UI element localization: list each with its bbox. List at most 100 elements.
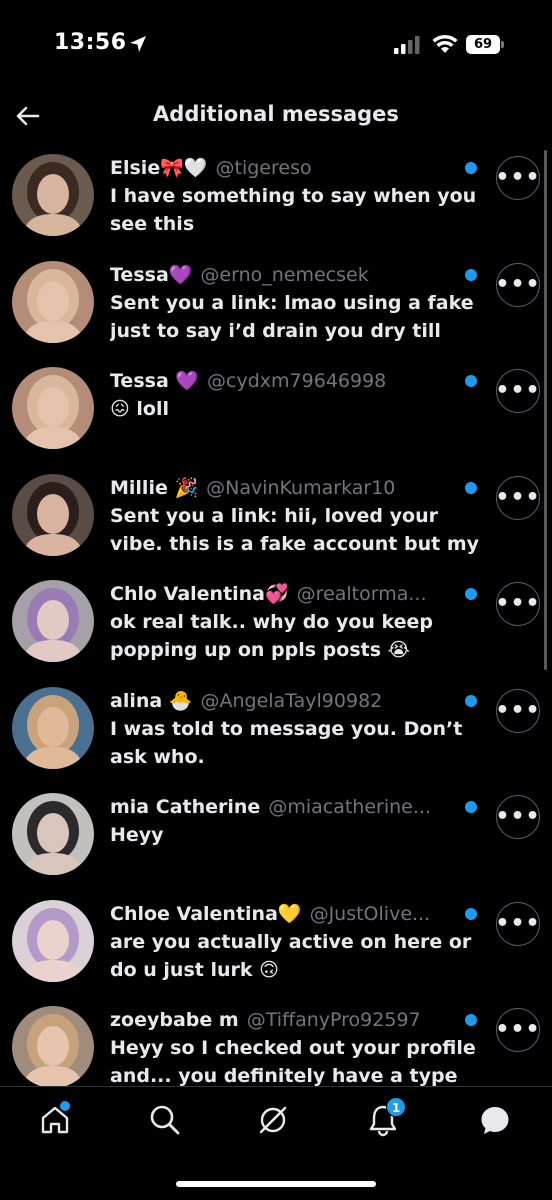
nav-home[interactable] (38, 1101, 74, 1139)
wifi-icon (432, 34, 458, 53)
battery-icon: 69 (466, 35, 504, 54)
avatar[interactable] (12, 260, 94, 343)
unread-dot (465, 375, 477, 387)
nav-search[interactable] (148, 1103, 184, 1139)
message-preview: ok real talk.. why do you keep popping u… (110, 611, 434, 661)
message-preview: I have something to say when you see thi… (110, 185, 477, 235)
avatar[interactable] (12, 686, 94, 769)
avatar[interactable] (12, 580, 94, 662)
unread-dot (465, 907, 477, 920)
message-request-row[interactable]: Chloe Valentina💛 @JustOlive... are you ac… (0, 896, 552, 1002)
message-preview: I was told to message you. Don’t ask who… (110, 717, 463, 768)
search-icon (150, 1105, 180, 1135)
message-request-row[interactable]: Tessa💜 @erno_nemecsek Sent you a link: lm… (0, 257, 552, 363)
avatar-image (12, 473, 94, 556)
unread-dot (465, 1014, 477, 1026)
message-preview: Heyy so I checked out your profile and..… (110, 1037, 476, 1086)
avatar-face (37, 706, 69, 747)
messages-icon (481, 1107, 509, 1134)
sender-handle: @AngelaTayl90982 (200, 689, 383, 712)
nav-messages[interactable] (478, 1103, 514, 1139)
name-line: mia Catherine @miacatherine... (110, 793, 480, 821)
sender-handle: @miacatherine... (268, 796, 431, 818)
message-request-row[interactable]: Tessa 💜 @cydxm79646998 😖 loll ••• (0, 363, 552, 469)
name-line: Tessa💜 @erno_nemecsek (110, 261, 480, 289)
nav-notifications[interactable]: 1 (366, 1097, 406, 1139)
message-request-row[interactable]: Chlo Valentina💞 @realtorma... ok real tal… (0, 576, 552, 682)
grok-icon (259, 1106, 287, 1134)
more-options-button[interactable]: ••• (495, 1008, 540, 1052)
sender-name: Elsie🎀🤍 (110, 157, 208, 179)
avatar-image (12, 580, 94, 662)
unread-dot (465, 801, 477, 813)
sender-name: mia Catherine (110, 796, 261, 818)
avatar-face (37, 1026, 69, 1066)
avatar[interactable] (12, 793, 94, 875)
avatar[interactable] (12, 1006, 94, 1086)
message-request-row[interactable]: alina 🐣 @AngelaTayl90982 I was told to me… (0, 683, 552, 789)
status-bar: 13:56 69 (0, 0, 552, 90)
sender-handle: @tigereso (215, 157, 312, 179)
avatar-image (12, 899, 94, 982)
bottom-nav: 1 (0, 1086, 552, 1200)
message-text: Chloe Valentina💛 @JustOlive... are you ac… (110, 900, 480, 984)
message-request-row[interactable]: zoeybabe m @TiffanyPro92597 Heyy so I che… (0, 1002, 552, 1086)
sender-handle: @erno_nemecsek (200, 263, 369, 286)
avatar-image (12, 154, 94, 236)
more-options-button[interactable]: ••• (495, 156, 540, 200)
sender-handle: @cydxm79646998 (207, 370, 387, 392)
message-preview: Heyy (110, 824, 164, 846)
unread-dot (465, 481, 477, 494)
battery-level: 69 (466, 35, 500, 54)
more-options-button[interactable]: ••• (495, 688, 540, 733)
sender-name: Tessa 💜 (110, 370, 200, 392)
avatar[interactable] (12, 154, 94, 236)
home-indicator (176, 1181, 376, 1187)
sender-name: Chlo Valentina💞 (110, 583, 289, 605)
more-options-button[interactable]: ••• (495, 475, 540, 520)
message-preview: Sent you a link: hii, loved your vibe. t… (110, 504, 480, 555)
home-unread-dot (60, 1101, 70, 1111)
header: Additional messages (0, 90, 552, 142)
status-time: 13:56 (54, 30, 127, 55)
avatar-image (12, 367, 94, 449)
notification-count-badge: 1 (386, 1097, 406, 1117)
more-options-button[interactable]: ••• (495, 582, 540, 626)
message-request-row[interactable]: Elsie🎀🤍 @tigereso I have something to say… (0, 150, 552, 256)
message-request-row[interactable]: mia Catherine @miacatherine... Heyy ••• (0, 789, 552, 895)
avatar-face (37, 493, 69, 534)
sender-handle: @JustOlive... (309, 902, 431, 925)
name-line: zoeybabe m @TiffanyPro92597 (110, 1006, 480, 1034)
avatar-face (37, 174, 69, 214)
avatar-face (37, 387, 69, 427)
name-line: Millie 🎉 @NavinKumarkar10 (110, 474, 480, 502)
more-options-button[interactable]: ••• (495, 262, 540, 307)
avatar-image (12, 793, 94, 875)
avatar-image (12, 260, 94, 343)
nav-grok[interactable] (256, 1103, 292, 1139)
message-text: Chlo Valentina💞 @realtorma... ok real tal… (110, 580, 480, 664)
more-options-button[interactable]: ••• (495, 795, 540, 839)
avatar[interactable] (12, 899, 94, 982)
sender-name: zoeybabe m (110, 1009, 239, 1031)
message-request-row[interactable]: Millie 🎉 @NavinKumarkar10 Sent you a link… (0, 470, 552, 576)
message-request-list: Elsie🎀🤍 @tigereso I have something to say… (0, 150, 552, 1086)
sender-name: Chloe Valentina💛 (110, 902, 302, 925)
more-options-button[interactable]: ••• (495, 369, 540, 413)
sender-name: Millie 🎉 (110, 476, 199, 499)
avatar-face (37, 919, 69, 960)
sender-name: alina 🐣 (110, 689, 193, 712)
message-text: mia Catherine @miacatherine... Heyy (110, 793, 480, 877)
name-line: Chloe Valentina💛 @JustOlive... (110, 900, 480, 928)
sender-handle: @NavinKumarkar10 (206, 476, 396, 499)
message-text: Tessa💜 @erno_nemecsek Sent you a link: lm… (110, 261, 480, 345)
unread-dot (465, 268, 477, 281)
unread-dot (465, 162, 477, 174)
avatar[interactable] (12, 367, 94, 449)
more-options-button[interactable]: ••• (495, 901, 540, 946)
avatar[interactable] (12, 473, 94, 556)
sender-name: Tessa💜 (110, 263, 193, 286)
message-text: alina 🐣 @AngelaTayl90982 I was told to me… (110, 687, 480, 771)
message-text: Elsie🎀🤍 @tigereso I have something to say… (110, 154, 480, 238)
page-title: Additional messages (153, 102, 399, 126)
